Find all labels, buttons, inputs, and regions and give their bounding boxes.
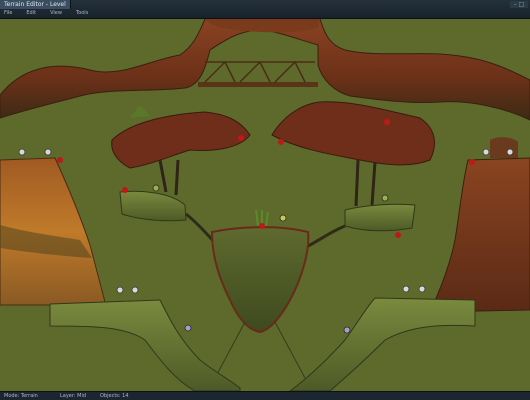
- game-viewport[interactable]: [0, 18, 530, 392]
- editor-top-bar: Terrain Editor - Level File Edit View To…: [0, 0, 530, 19]
- app-tab[interactable]: Terrain Editor - Level: [0, 0, 71, 9]
- status-layer: Layer: Mid: [60, 393, 87, 399]
- window-control-button[interactable]: – □: [510, 1, 528, 8]
- menu-item-view[interactable]: View: [48, 9, 64, 18]
- status-objects: Objects: 14: [100, 393, 129, 399]
- status-bar: Mode: Terrain Layer: Mid Objects: 14: [0, 391, 530, 400]
- status-mode: Mode: Terrain: [4, 393, 38, 399]
- ledge-right: [344, 203, 416, 232]
- menu-item-file[interactable]: File: [2, 9, 14, 18]
- level-canvas: [0, 18, 530, 392]
- menu-item-edit[interactable]: Edit: [24, 9, 38, 18]
- menu-item-tools[interactable]: Tools: [74, 9, 90, 18]
- menu-bar: File Edit View Tools: [2, 9, 90, 18]
